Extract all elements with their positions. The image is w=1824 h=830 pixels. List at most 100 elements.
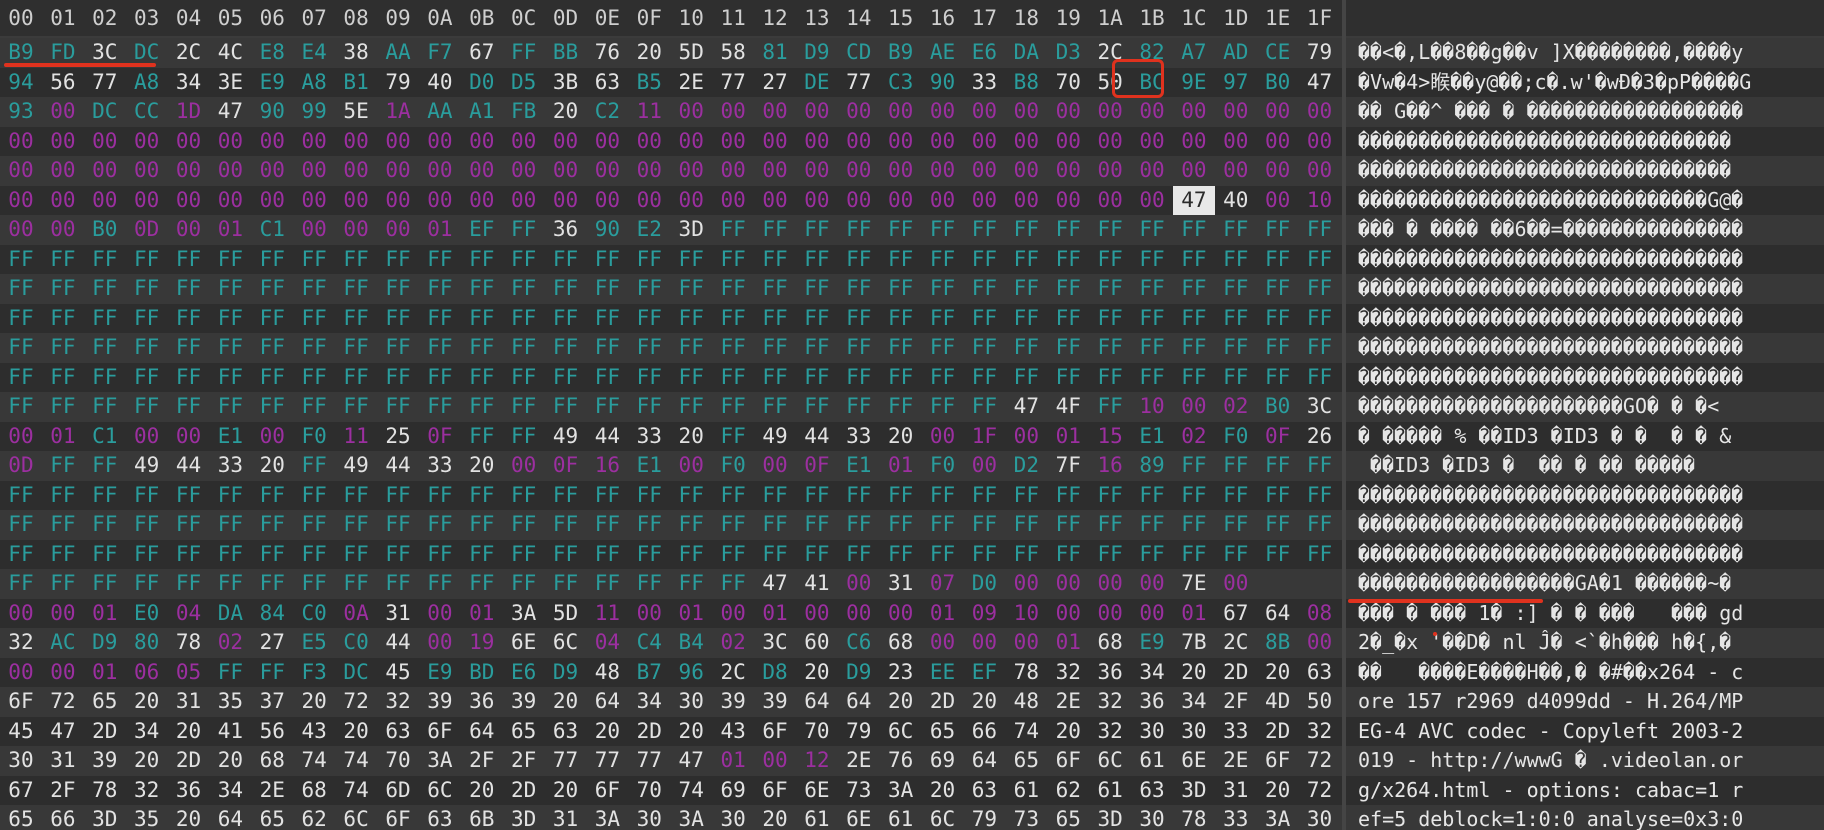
hex-byte[interactable]: FF: [628, 304, 670, 333]
hex-byte[interactable]: FF: [84, 304, 126, 333]
hex-byte[interactable]: E2: [628, 215, 670, 244]
hex-byte[interactable]: 00: [1047, 186, 1089, 215]
hex-byte[interactable]: 65: [1005, 746, 1047, 775]
hex-byte[interactable]: 79: [963, 805, 1005, 830]
hex-byte[interactable]: 00: [209, 127, 251, 156]
hex-byte[interactable]: 43: [712, 717, 754, 746]
hex-byte[interactable]: FF: [545, 245, 587, 274]
hex-byte[interactable]: 74: [335, 746, 377, 775]
hex-row[interactable]: FF FF FF FF FF FF FF FF FF FF FF FF FF FF FF FF FF FF FF FF…: [0, 303, 1342, 333]
hex-byte[interactable]: E6: [963, 38, 1005, 67]
hex-byte[interactable]: FF: [880, 392, 922, 421]
hex-byte[interactable]: 30: [628, 805, 670, 830]
hex-byte[interactable]: 73: [1005, 805, 1047, 830]
hex-byte[interactable]: FF: [461, 245, 503, 274]
hex-byte[interactable]: D9: [838, 658, 880, 687]
hex-byte[interactable]: FF: [335, 481, 377, 510]
hex-byte[interactable]: FF: [126, 569, 168, 598]
hex-byte[interactable]: 00: [335, 186, 377, 215]
hex-byte[interactable]: 00: [461, 186, 503, 215]
hex-byte[interactable]: A8: [126, 68, 168, 97]
hex-row[interactable]: 65 66 3D 35 20 64 65 62 6C 6F 63 6B 3D 31 3A 30 3A 30 20 61…: [0, 805, 1342, 830]
hex-byte[interactable]: 76: [880, 746, 922, 775]
hex-byte[interactable]: FF: [84, 510, 126, 539]
hex-byte[interactable]: FF: [419, 304, 461, 333]
hex-byte[interactable]: C0: [335, 628, 377, 657]
hex-byte[interactable]: FF: [922, 274, 964, 303]
hex-byte[interactable]: FF: [251, 363, 293, 392]
hex-byte[interactable]: FF: [419, 363, 461, 392]
hex-byte[interactable]: 6C: [922, 805, 964, 830]
hex-byte[interactable]: FF: [838, 481, 880, 510]
hex-byte[interactable]: 3A: [586, 805, 628, 830]
hex-byte[interactable]: E5: [293, 628, 335, 657]
ascii-row[interactable]: �������������������������������: [1346, 156, 1824, 186]
hex-byte[interactable]: 00: [754, 156, 796, 185]
hex-byte[interactable]: 69: [922, 746, 964, 775]
hex-byte[interactable]: FF: [293, 392, 335, 421]
hex-byte[interactable]: FF: [1089, 215, 1131, 244]
ascii-row[interactable]: �� ����E����H��,� �#��x264 - c: [1346, 657, 1824, 687]
hex-byte[interactable]: B5: [628, 68, 670, 97]
hex-byte[interactable]: 3C: [84, 38, 126, 67]
hex-byte[interactable]: 00: [1089, 97, 1131, 126]
hex-byte[interactable]: FF: [42, 245, 84, 274]
hex-byte[interactable]: FF: [209, 304, 251, 333]
hex-byte[interactable]: 47: [42, 717, 84, 746]
hex-byte[interactable]: 49: [754, 422, 796, 451]
hex-byte[interactable]: 77: [545, 746, 587, 775]
hex-byte[interactable]: 00: [838, 186, 880, 215]
hex-byte[interactable]: D9: [84, 628, 126, 657]
hex-byte[interactable]: FF: [42, 333, 84, 362]
hex-byte[interactable]: FF: [1257, 451, 1299, 480]
hex-byte[interactable]: 00: [293, 186, 335, 215]
hex-byte[interactable]: 6C: [1089, 746, 1131, 775]
ascii-row[interactable]: ��� � ���� ��6��=���������������: [1346, 215, 1824, 245]
hex-byte[interactable]: FF: [1089, 392, 1131, 421]
hex-byte[interactable]: 6C: [419, 776, 461, 805]
hex-byte[interactable]: FF: [1005, 245, 1047, 274]
hex-byte[interactable]: FF: [335, 304, 377, 333]
hex-byte[interactable]: FB: [503, 97, 545, 126]
hex-byte[interactable]: 00: [419, 127, 461, 156]
hex-byte[interactable]: FF: [796, 333, 838, 362]
hex-byte[interactable]: 00: [126, 127, 168, 156]
hex-byte[interactable]: FF: [377, 392, 419, 421]
hex-byte[interactable]: 30: [1173, 717, 1215, 746]
hex-byte[interactable]: 2C: [1215, 628, 1257, 657]
hex-row[interactable]: 00 00 00 00 00 00 00 00 00 00 00 00 00 00 00 00 00 00 00 00…: [0, 126, 1342, 156]
hex-byte[interactable]: FF: [0, 481, 42, 510]
hex-byte[interactable]: 00: [1005, 186, 1047, 215]
hex-byte[interactable]: FF: [586, 481, 628, 510]
hex-byte[interactable]: FF: [712, 540, 754, 569]
hex-byte[interactable]: 00: [1089, 186, 1131, 215]
hex-byte[interactable]: FF: [209, 658, 251, 687]
hex-byte[interactable]: 50: [1299, 687, 1341, 716]
hex-byte[interactable]: FF: [754, 333, 796, 362]
hex-byte[interactable]: BB: [545, 38, 587, 67]
hex-byte[interactable]: FF: [503, 422, 545, 451]
hex-byte[interactable]: FF: [461, 481, 503, 510]
hex-byte[interactable]: 04: [586, 628, 628, 657]
hex-byte[interactable]: FF: [419, 392, 461, 421]
hex-byte[interactable]: FF: [670, 481, 712, 510]
hex-byte[interactable]: 01: [712, 746, 754, 775]
ascii-row[interactable]: g/x264.html - options: cabac=1 r: [1346, 775, 1824, 805]
ascii-row[interactable]: � ����� % ��ID3 �ID3 � � � � &: [1346, 421, 1824, 451]
hex-byte[interactable]: FF: [796, 304, 838, 333]
hex-byte[interactable]: 2D: [1257, 717, 1299, 746]
hex-byte[interactable]: FF: [963, 481, 1005, 510]
hex-byte[interactable]: FF: [1005, 481, 1047, 510]
hex-byte[interactable]: FF: [168, 274, 210, 303]
hex-byte[interactable]: 33: [209, 451, 251, 480]
hex-byte[interactable]: FF: [880, 540, 922, 569]
hex-byte[interactable]: 63: [545, 717, 587, 746]
hex-byte[interactable]: 20: [1257, 658, 1299, 687]
hex-byte[interactable]: B1: [335, 68, 377, 97]
hex-byte[interactable]: FF: [1257, 274, 1299, 303]
hex-byte[interactable]: FF: [1215, 481, 1257, 510]
hex-byte[interactable]: 41: [209, 717, 251, 746]
hex-byte[interactable]: 90: [922, 68, 964, 97]
hex-byte[interactable]: 00: [503, 186, 545, 215]
hex-byte[interactable]: FF: [1215, 304, 1257, 333]
